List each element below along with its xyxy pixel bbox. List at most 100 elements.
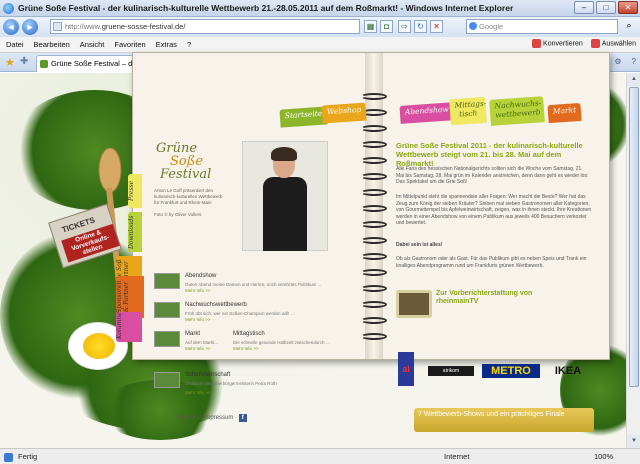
nav-nachwuchswettbewerb[interactable]: Nachwuchs-wettbewerb <box>489 96 545 126</box>
sponsor-ikea[interactable]: IKEA <box>546 364 590 378</box>
paragraph-1: Alle Fans des hessischen Nationalgericht… <box>396 166 589 185</box>
entry-sub: Die schnelle gesunde Halbzeit zwischendu… <box>233 340 330 345</box>
tools-gear-icon[interactable]: ⚙ <box>614 57 621 67</box>
help-icon[interactable]: ? <box>632 57 636 67</box>
zoom-level[interactable]: 100% <box>594 452 613 461</box>
menu-bar: Datei Bearbeiten Ansicht Favoriten Extra… <box>0 37 640 53</box>
kontakt-text[interactable]: Kontakt · Impressum · <box>178 415 237 421</box>
forward-button[interactable]: ► <box>22 19 38 35</box>
kontakt-links[interactable]: Kontakt · Impressum · f <box>178 414 247 422</box>
entry-title: Mittagstisch <box>233 331 265 337</box>
nav-abendshow[interactable]: Abendshow <box>399 102 455 124</box>
ie-logo-icon <box>3 2 14 14</box>
entry-thumbnail <box>154 273 180 289</box>
scroll-up-icon[interactable]: ▲ <box>627 73 640 86</box>
minimize-button[interactable]: – <box>574 1 594 14</box>
ring <box>361 221 387 228</box>
menu-favoriten[interactable]: Favoriten <box>114 40 145 49</box>
go-button[interactable]: ⇨ <box>398 20 411 33</box>
select-button[interactable]: Auswählen <box>590 39 636 48</box>
maximize-button[interactable]: □ <box>596 1 616 14</box>
side-kolumne[interactable]: Kolumne <box>116 312 142 342</box>
back-button[interactable]: ◄ <box>3 19 19 35</box>
herbs-decoration <box>100 380 220 440</box>
entry-sub: Auf dem Markt... <box>185 340 219 345</box>
entry-sub: Grußwort der Oberbürgermeisterin Petra R… <box>185 381 277 386</box>
vertical-scrollbar[interactable]: ▲ ▼ <box>626 73 640 448</box>
ring <box>361 173 387 180</box>
entry-sub: Früh übt sich, wer ein Soßen-Champion we… <box>185 311 295 316</box>
ring <box>361 285 387 292</box>
ring <box>361 317 387 324</box>
scroll-thumb[interactable] <box>629 87 639 387</box>
ring <box>361 333 387 340</box>
entry-sub: Guten Abend meine Damen und Herren, noch… <box>185 282 322 287</box>
nav-webshop[interactable]: Webshop <box>321 102 367 124</box>
search-icon[interactable]: ⌕ <box>622 20 636 33</box>
more-info-link[interactable]: Mehr Info >> <box>185 346 211 351</box>
scroll-down-icon[interactable]: ▼ <box>627 435 640 448</box>
compat-view-button[interactable]: ▦ <box>364 20 377 33</box>
facebook-icon[interactable]: f <box>238 414 247 422</box>
entry-title: Nachwuchswettbewerb <box>185 302 247 308</box>
paragraph-3: Dabei sein ist alles! <box>396 242 443 248</box>
google-icon <box>469 22 477 30</box>
menu-datei[interactable]: Datei <box>6 40 24 49</box>
more-info-link[interactable]: Mehr Info >> <box>233 346 259 351</box>
paragraph-4: Ob als Gastronom oder als Gast. Für das … <box>396 256 587 269</box>
tab-favicon <box>40 60 48 68</box>
nav-startseite[interactable]: Startseite <box>279 106 328 128</box>
select-label: Auswählen <box>601 40 636 48</box>
presenter-photo <box>242 141 328 251</box>
nav-mittagstisch[interactable]: Mittags-tisch <box>449 96 487 126</box>
stop-button[interactable]: ✕ <box>430 20 443 33</box>
url-prefix: http://www. <box>65 22 102 31</box>
sponsor-metro[interactable]: METRO <box>482 364 540 378</box>
rss-button[interactable]: ◘ <box>380 20 393 33</box>
entry-title: Schirmherrschaft <box>185 372 231 378</box>
photo-hair <box>271 147 297 161</box>
entry-thumbnail <box>154 331 180 347</box>
menu-bearbeiten[interactable]: Bearbeiten <box>34 40 70 49</box>
side-downloads[interactable]: Downloads <box>128 212 142 252</box>
entry-thumbnail <box>154 372 180 388</box>
favorites-star-icon[interactable]: ★ <box>5 56 15 69</box>
select-icon <box>590 39 600 48</box>
refresh-button[interactable]: ↻ <box>414 20 427 33</box>
ring <box>361 157 387 164</box>
entry-title: Markt <box>185 331 200 337</box>
status-done-icon <box>4 453 13 462</box>
pdf-icon <box>532 39 542 48</box>
side-presse[interactable]: Presse <box>128 174 142 208</box>
sponsor-atrikom[interactable]: atrikom <box>428 366 474 376</box>
status-text: Fertig <box>18 452 38 461</box>
main-headline: Grüne Soße Festival 2011 - der kulinaris… <box>396 141 583 168</box>
status-bar: Fertig Internet 100% <box>0 448 640 464</box>
ring <box>361 141 387 148</box>
entry-title: Abendshow <box>185 273 217 279</box>
address-bar: ◄ ► http://www.gruene-sosse-festival.de/… <box>0 17 640 37</box>
nav-markt[interactable]: Markt <box>547 102 582 124</box>
convert-button[interactable]: Konvertieren <box>532 39 583 48</box>
more-info-link[interactable]: Mehr Info >> <box>185 288 211 293</box>
video-link[interactable]: Zur Vorberichterstattung von rheinmainTV <box>436 290 566 306</box>
video-thumbnail[interactable] <box>396 290 432 318</box>
sponsor-logo-al[interactable]: al <box>398 352 414 386</box>
ring <box>361 205 387 212</box>
search-input[interactable]: Google <box>466 19 618 34</box>
ring <box>361 301 387 308</box>
more-info-link[interactable]: Mehr Info >> <box>185 317 211 322</box>
ring <box>361 253 387 260</box>
menu-help[interactable]: ? <box>187 40 191 49</box>
url-domain: gruene-sosse-festival.de/ <box>101 22 186 31</box>
more-info-link[interactable]: Mehr Info >> <box>185 390 211 395</box>
photo-body <box>263 177 307 251</box>
ring <box>361 237 387 244</box>
menu-extras[interactable]: Extras <box>156 40 177 49</box>
close-button[interactable]: ✕ <box>618 1 638 14</box>
url-field[interactable]: http://www.gruene-sosse-festival.de/ <box>50 19 360 34</box>
menu-ansicht[interactable]: Ansicht <box>80 40 105 49</box>
ring <box>361 125 387 132</box>
photo-credit: Foto © by Oliver Vollers <box>154 212 202 217</box>
add-favorites-icon[interactable]: ✚ <box>20 56 28 67</box>
